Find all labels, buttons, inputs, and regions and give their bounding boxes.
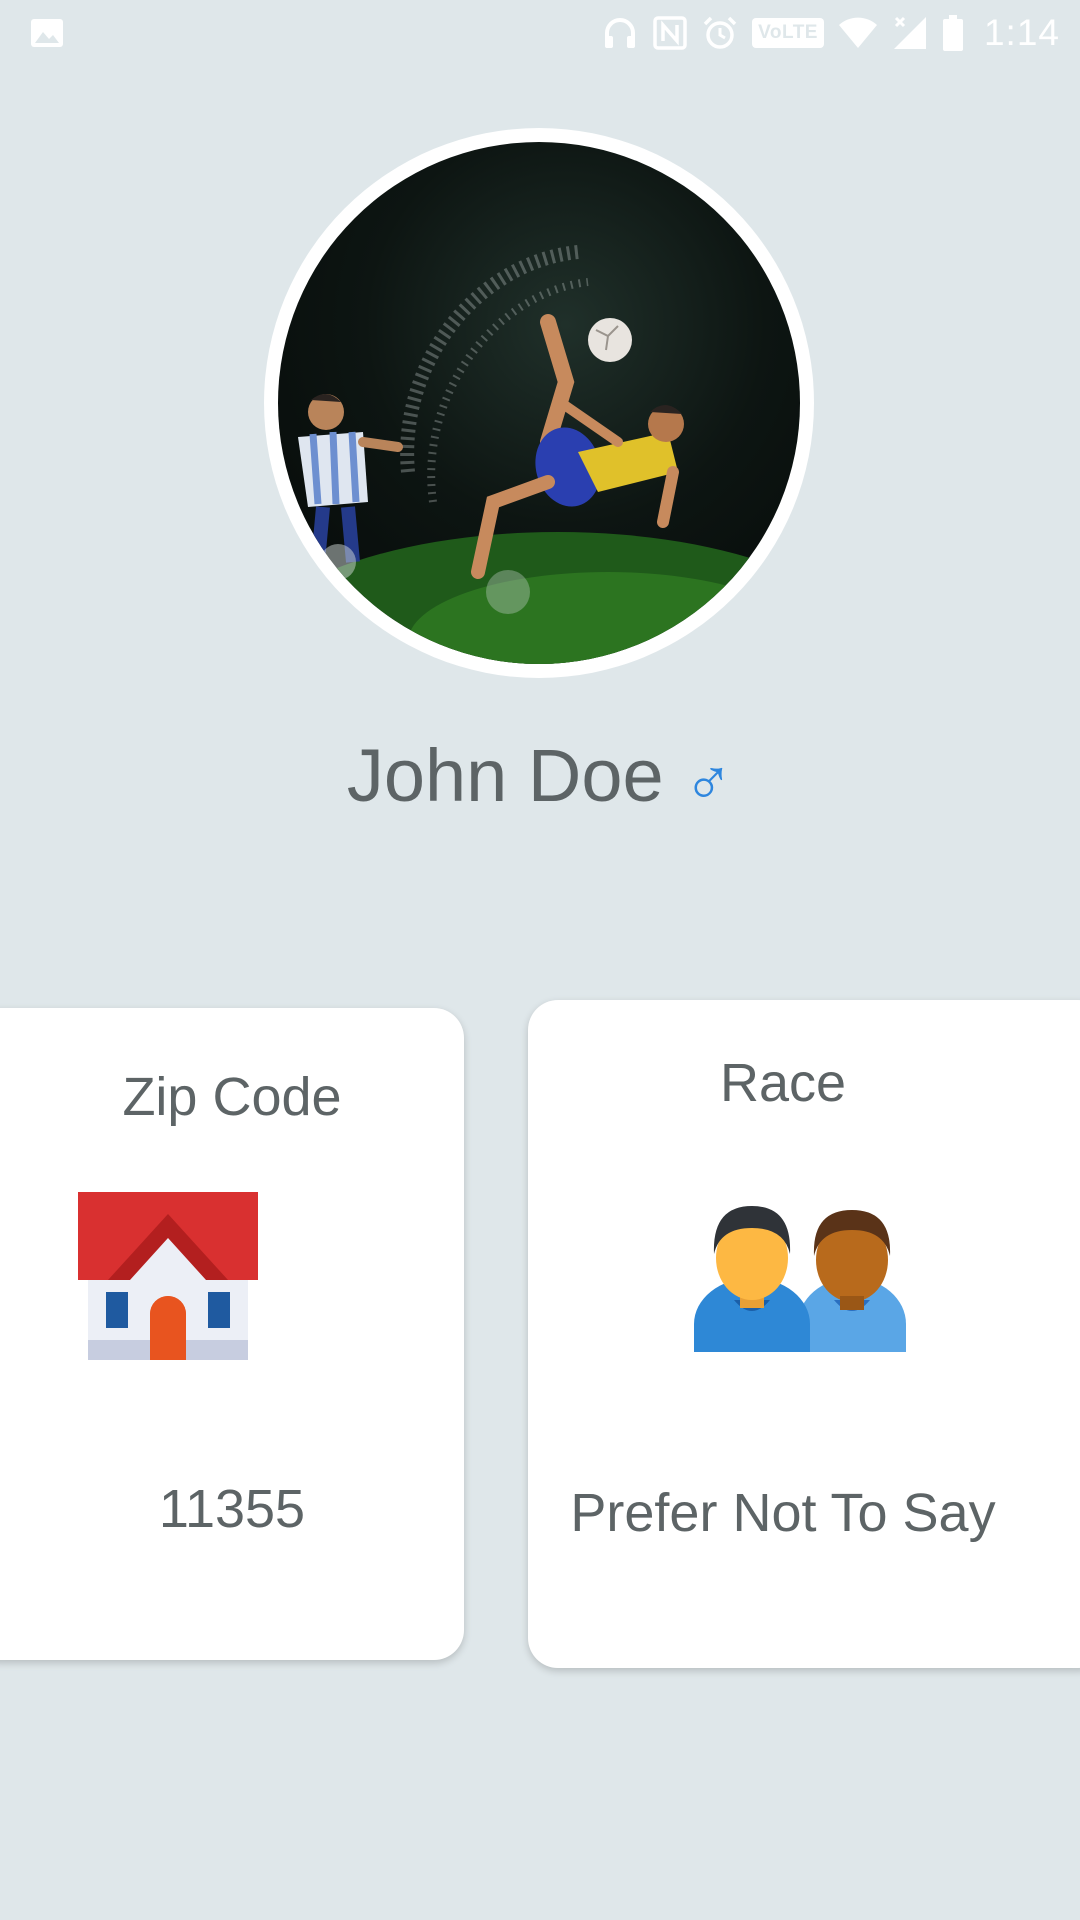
people-icon xyxy=(694,1196,908,1357)
race-title: Race xyxy=(719,1053,847,1113)
signal-icon xyxy=(892,15,928,51)
status-bar: VoLTE 1:14 xyxy=(0,0,1080,66)
status-icons: VoLTE 1:14 xyxy=(602,6,1060,60)
zip-code-value: 11355 xyxy=(158,1479,306,1539)
race-card[interactable]: Race Prefer Not To Say xyxy=(528,1000,1080,1668)
volte-icon: VoLTE xyxy=(752,18,824,48)
image-icon xyxy=(30,16,64,50)
battery-icon xyxy=(942,14,964,52)
race-value: Prefer Not To Say xyxy=(570,1483,996,1543)
alarm-icon xyxy=(702,15,738,51)
profile-name: John Doe xyxy=(346,733,664,817)
nfc-icon xyxy=(652,15,688,51)
zip-code-card[interactable]: Zip Code 11355 xyxy=(0,1008,464,1660)
profile-name-row: John Doe ♂ xyxy=(0,725,1080,825)
wifi-icon xyxy=(838,16,878,50)
male-icon: ♂ xyxy=(683,745,734,819)
headphones-icon xyxy=(602,15,638,51)
profile-avatar[interactable] xyxy=(264,128,814,678)
clock-time: 1:14 xyxy=(983,12,1060,53)
profile-photo xyxy=(278,142,800,664)
house-icon xyxy=(78,1192,258,1367)
zip-code-title: Zip Code xyxy=(122,1067,342,1127)
